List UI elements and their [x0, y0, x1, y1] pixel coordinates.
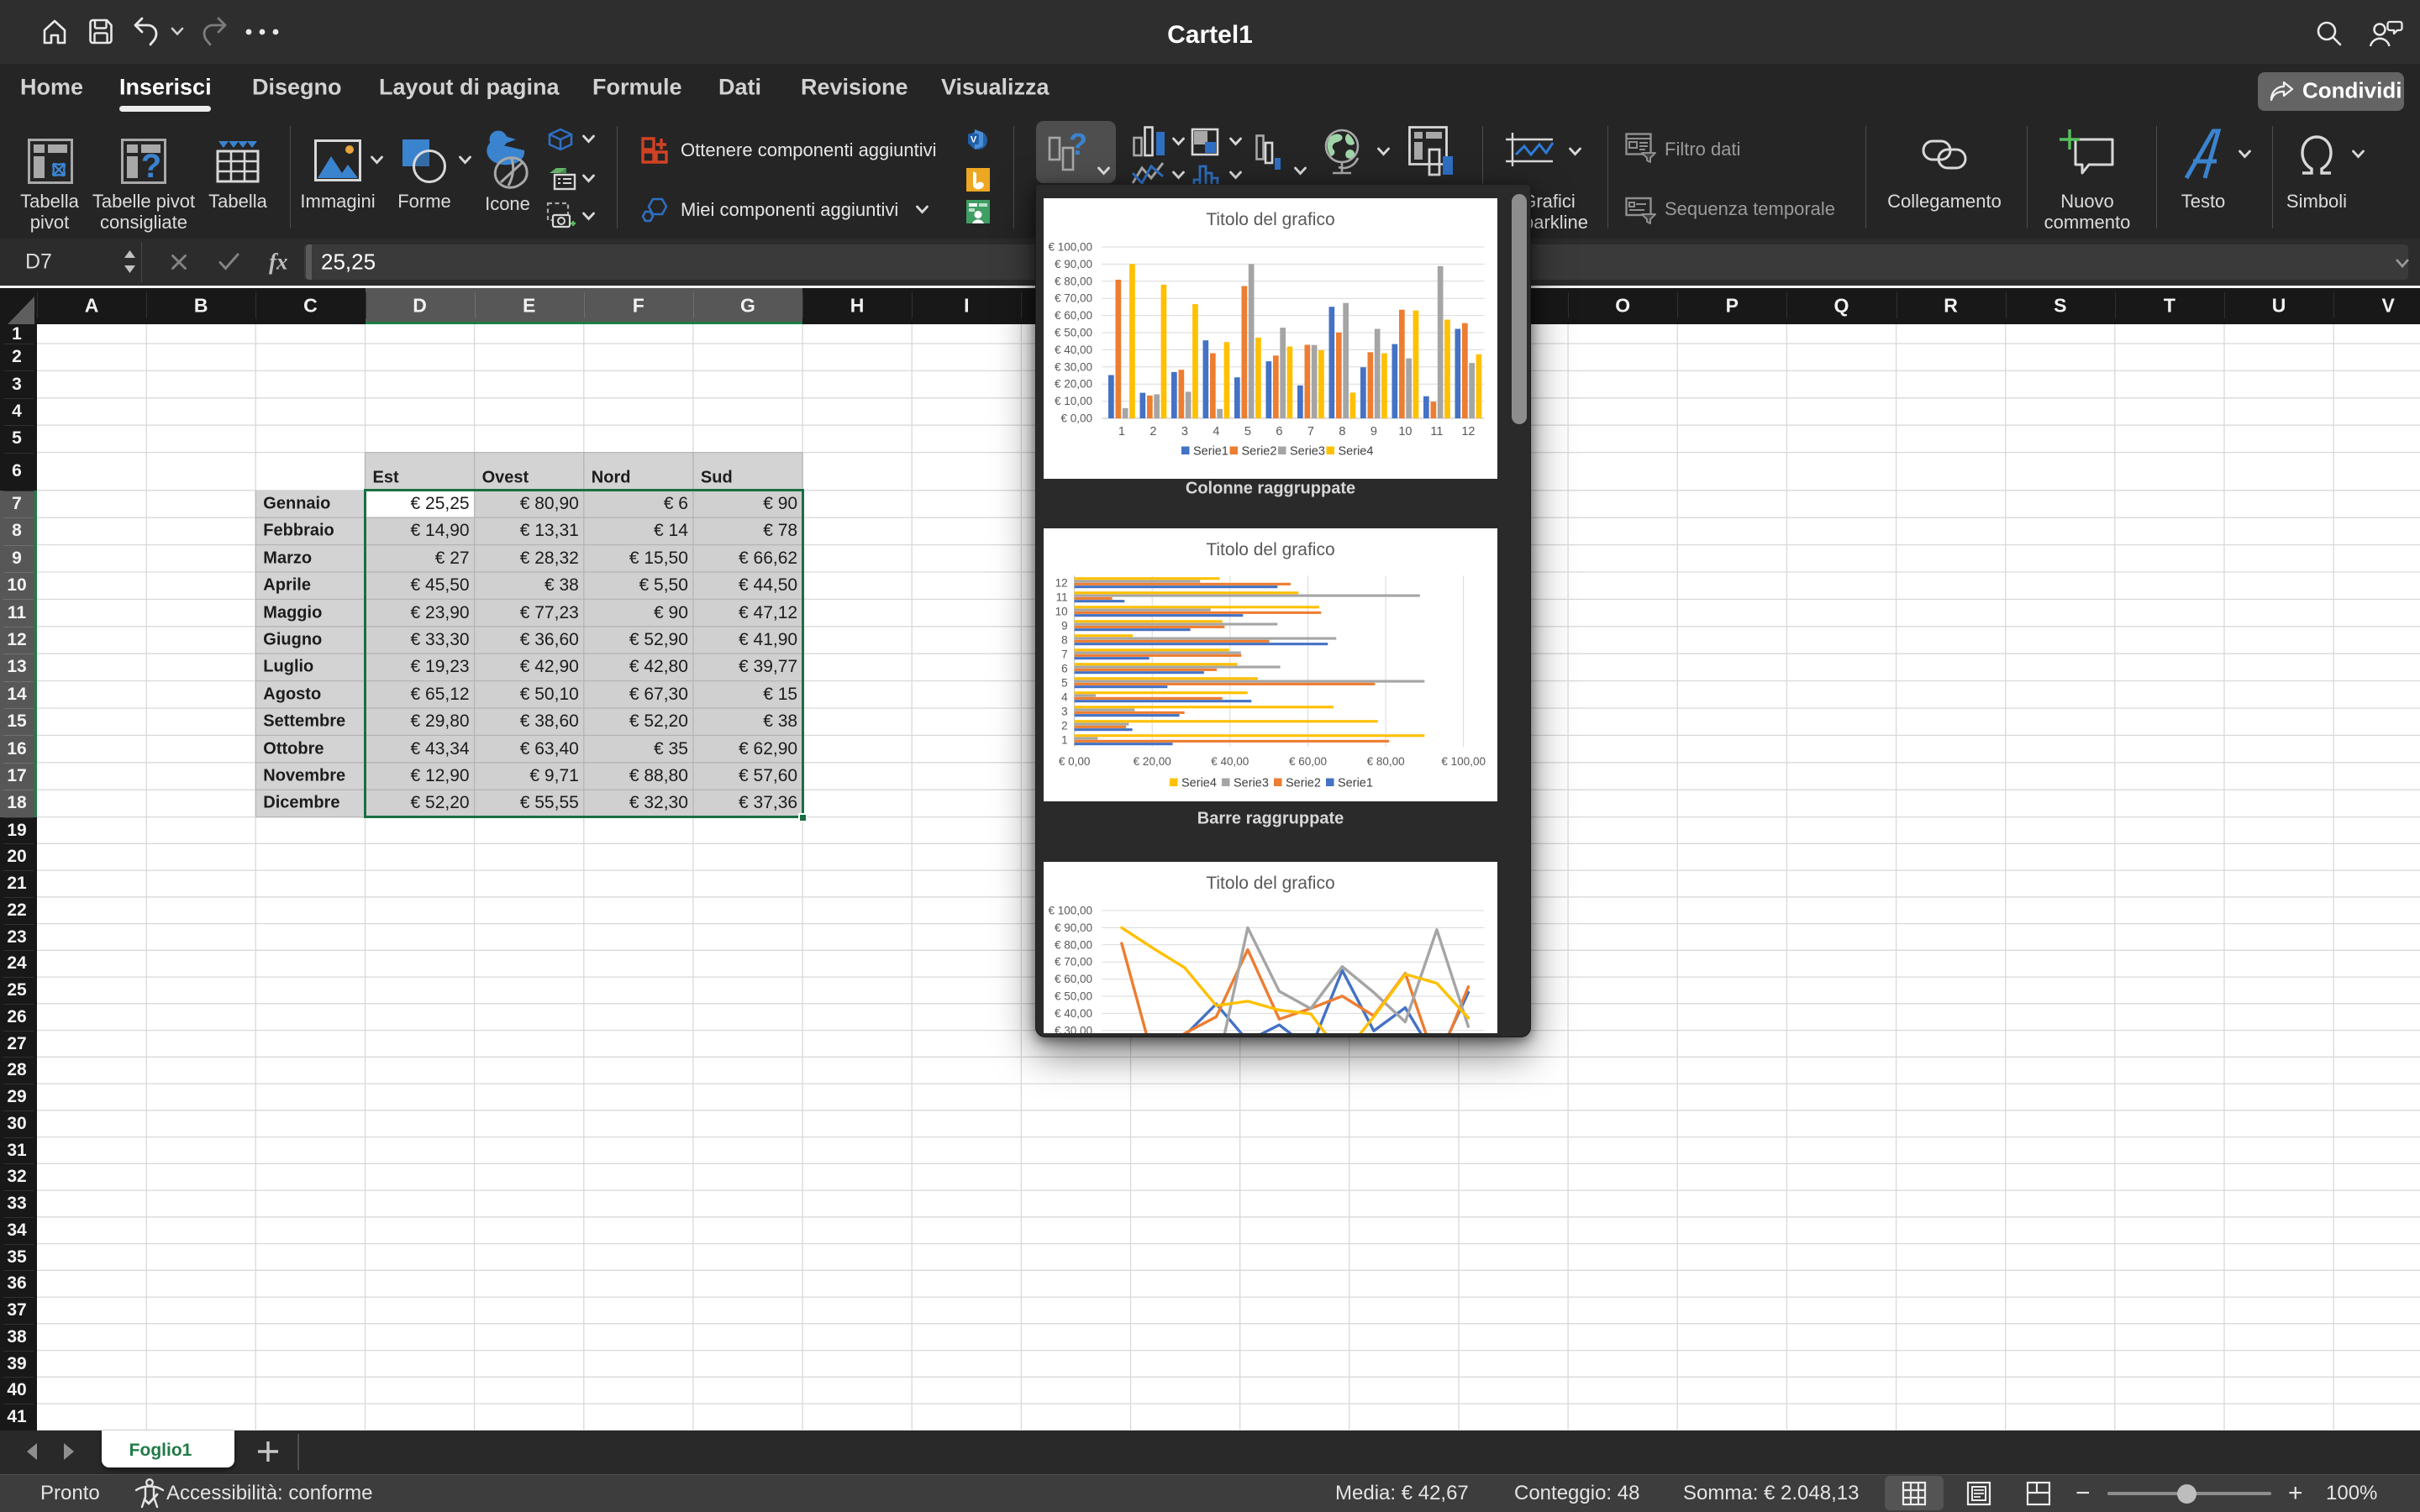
svg-text:€ 0,00: € 0,00: [1059, 755, 1091, 768]
svg-text:Serie2: Serie2: [1242, 445, 1277, 459]
svg-text:12: 12: [1461, 425, 1475, 438]
svg-text:5: 5: [1244, 425, 1251, 438]
svg-text:€ 70,00: € 70,00: [1055, 292, 1092, 305]
svg-text:Titolo del grafico: Titolo del grafico: [1206, 540, 1334, 559]
svg-text:Serie1: Serie1: [1193, 445, 1228, 459]
svg-text:€ 60,00: € 60,00: [1289, 755, 1327, 768]
svg-text:3: 3: [1061, 705, 1068, 717]
svg-text:€ 80,00: € 80,00: [1367, 755, 1405, 768]
svg-text:1: 1: [1118, 425, 1125, 438]
svg-text:4: 4: [1061, 690, 1068, 703]
svg-text:€ 0,00: € 0,00: [1060, 412, 1092, 425]
svg-text:12: 12: [1055, 576, 1068, 589]
svg-text:€ 90,00: € 90,00: [1055, 258, 1092, 270]
svg-text:Serie3: Serie3: [1290, 445, 1325, 459]
svg-text:Titolo del grafico: Titolo del grafico: [1206, 874, 1334, 893]
svg-text:Serie2: Serie2: [1286, 777, 1321, 790]
svg-text:9: 9: [1370, 425, 1377, 438]
svg-text:€ 100,00: € 100,00: [1048, 905, 1092, 917]
svg-text:€ 40,00: € 40,00: [1055, 344, 1092, 356]
svg-text:3: 3: [1181, 425, 1188, 438]
svg-text:7: 7: [1307, 425, 1314, 438]
svg-text:7: 7: [1061, 648, 1068, 660]
svg-text:€ 50,00: € 50,00: [1055, 990, 1092, 1003]
svg-text:5: 5: [1061, 676, 1068, 689]
svg-text:€ 100,00: € 100,00: [1441, 755, 1486, 768]
svg-text:Serie4: Serie4: [1181, 777, 1217, 790]
svg-text:2: 2: [1150, 425, 1156, 438]
svg-text:9: 9: [1061, 619, 1068, 632]
svg-text:11: 11: [1056, 591, 1068, 603]
svg-text:6: 6: [1061, 662, 1068, 675]
svg-text:€ 50,00: € 50,00: [1055, 327, 1092, 339]
svg-text:€ 90,00: € 90,00: [1055, 921, 1092, 934]
svg-text:€ 30,00: € 30,00: [1055, 1024, 1092, 1032]
svg-text:€ 20,00: € 20,00: [1055, 378, 1092, 391]
svg-text:€ 20,00: € 20,00: [1134, 755, 1171, 768]
svg-text:10: 10: [1055, 605, 1068, 617]
svg-text:2: 2: [1061, 719, 1068, 732]
svg-text:8: 8: [1339, 425, 1345, 438]
svg-text:€ 40,00: € 40,00: [1055, 1007, 1092, 1020]
svg-text:€ 70,00: € 70,00: [1055, 956, 1092, 969]
svg-text:Serie1: Serie1: [1338, 777, 1373, 790]
svg-text:10: 10: [1398, 425, 1412, 438]
svg-text:€ 80,00: € 80,00: [1055, 275, 1092, 287]
svg-text:€ 100,00: € 100,00: [1048, 241, 1092, 254]
svg-text:4: 4: [1213, 425, 1219, 438]
svg-text:€ 80,00: € 80,00: [1055, 938, 1092, 951]
svg-text:€ 40,00: € 40,00: [1211, 755, 1249, 768]
svg-text:€ 60,00: € 60,00: [1055, 973, 1092, 985]
svg-text:€ 60,00: € 60,00: [1055, 309, 1092, 322]
svg-text:Serie4: Serie4: [1339, 445, 1374, 459]
svg-text:8: 8: [1061, 633, 1068, 646]
svg-text:€ 30,00: € 30,00: [1055, 360, 1092, 373]
svg-text:6: 6: [1276, 425, 1282, 438]
svg-text:11: 11: [1430, 425, 1443, 438]
svg-text:€ 10,00: € 10,00: [1055, 395, 1092, 407]
svg-text:Titolo del grafico: Titolo del grafico: [1206, 210, 1334, 229]
svg-text:1: 1: [1061, 733, 1068, 746]
svg-text:Serie3: Serie3: [1234, 777, 1269, 790]
